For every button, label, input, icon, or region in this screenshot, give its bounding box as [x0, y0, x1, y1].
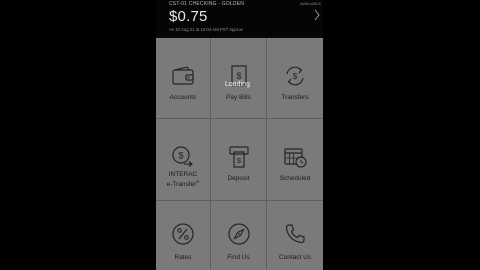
wallet-icon	[172, 66, 194, 85]
percent-icon	[172, 223, 194, 245]
account-name: CST-01 CHECKING - GOLDEN	[169, 1, 245, 7]
tile-contact-us-label: Contact Us	[278, 254, 312, 261]
svg-text:$: $	[293, 72, 298, 81]
deposit-icon: $	[228, 146, 249, 168]
tile-transfers-label: Transfers	[281, 94, 309, 101]
tile-find-us-label: Find Us	[227, 254, 250, 261]
tile-scheduled[interactable]: Scheduled	[267, 119, 323, 200]
tile-accounts[interactable]: Accounts	[156, 38, 210, 118]
tile-accounts-label: Accounts	[169, 94, 197, 101]
balance-timestamp: As 10 Aug 21 at 10:04 AM PST Approx	[169, 27, 243, 32]
tile-interac-label-line2: e-Transfer	[166, 181, 197, 189]
tile-interac-label-line1: INTERAC	[168, 171, 198, 178]
tile-rates[interactable]: Rates	[156, 201, 210, 270]
svg-text:$: $	[178, 151, 183, 161]
chevron-right-icon[interactable]	[313, 8, 321, 22]
banking-app: CST-01 CHECKING - GOLDEN AVAILABLE $0.75…	[156, 0, 323, 270]
tile-pay-bills[interactable]: $ Pay Bills	[211, 38, 266, 118]
tile-contact-us[interactable]: Contact Us	[267, 201, 323, 270]
tile-rates-label: Rates	[174, 254, 192, 261]
account-summary-card[interactable]: CST-01 CHECKING - GOLDEN AVAILABLE $0.75…	[156, 0, 323, 37]
compass-icon	[227, 223, 250, 245]
phone-icon	[285, 224, 305, 244]
interac-icon: $	[172, 146, 193, 167]
tile-deposit-label: Deposit	[227, 175, 250, 182]
tile-deposit[interactable]: $ Deposit	[211, 119, 266, 200]
tile-scheduled-label: Scheduled	[279, 175, 311, 182]
calendar-icon	[284, 148, 307, 168]
account-balance: $0.75	[169, 8, 208, 25]
tile-interac-label: INTERAC e-Transfer®	[156, 171, 210, 188]
tile-transfers[interactable]: $ Transfers	[267, 38, 323, 118]
account-badge: AVAILABLE	[300, 1, 321, 6]
tile-find-us[interactable]: Find Us	[211, 201, 266, 270]
tile-interac-etransfer[interactable]: $ INTERAC e-Transfer®	[156, 119, 210, 200]
screen-frame: CST-01 CHECKING - GOLDEN AVAILABLE $0.75…	[0, 0, 480, 270]
svg-text:$: $	[236, 156, 241, 165]
quick-actions-grid: Accounts $ Pay Bills $ Transfers $ INTER…	[156, 38, 323, 270]
tile-pay-bills-label: Pay Bills	[226, 94, 251, 101]
transfer-icon: $	[286, 66, 304, 86]
svg-text:$: $	[236, 71, 241, 81]
bill-icon: $	[230, 65, 247, 88]
registered-mark: ®	[196, 179, 200, 184]
